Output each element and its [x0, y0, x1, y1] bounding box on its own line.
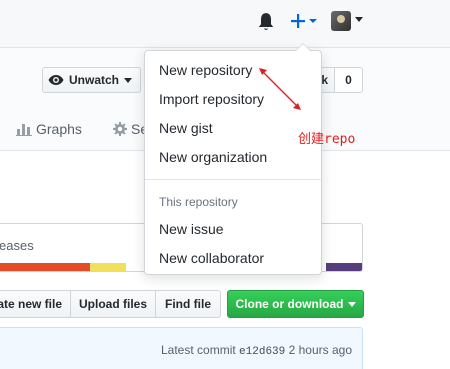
fork-label: k	[321, 73, 328, 87]
commit-time: 2 hours ago	[288, 343, 352, 357]
language-segment[interactable]	[325, 263, 362, 271]
commit-prefix: Latest commit	[161, 343, 236, 357]
annotation-text: 创建repo	[298, 132, 356, 147]
menu-section-header: This repository	[159, 195, 238, 209]
plus-icon[interactable]	[290, 10, 320, 32]
menu-item-import-repository[interactable]: Import repository	[159, 91, 264, 107]
clone-or-download-button[interactable]: Clone or download	[227, 290, 364, 318]
menu-item-new-issue[interactable]: New issue	[159, 221, 224, 237]
create-new-file-label: ate new file	[0, 297, 62, 311]
menu-divider	[145, 179, 321, 180]
annotation-arrow	[259, 68, 301, 110]
avatar[interactable]	[331, 11, 351, 31]
menu-item-new-gist[interactable]: New gist	[159, 120, 213, 136]
find-file-label: Find file	[165, 297, 211, 311]
chevron-down-icon[interactable]	[354, 17, 364, 23]
bell-icon[interactable]	[257, 12, 275, 32]
menu-item-new-repository[interactable]: New repository	[159, 62, 252, 78]
menu-item-new-organization[interactable]: New organization	[159, 149, 267, 165]
upload-files-label: Upload files	[78, 297, 147, 311]
top-header	[0, 0, 450, 48]
create-new-file-button[interactable]: ate new file	[0, 290, 71, 318]
tab-settings[interactable]: Se	[113, 121, 148, 137]
chevron-down-icon	[347, 301, 356, 307]
eye-icon	[48, 75, 64, 85]
clone-or-download-label: Clone or download	[235, 297, 344, 311]
tab-graphs-label: Graphs	[36, 121, 82, 137]
fork-count[interactable]: 0	[334, 67, 363, 93]
latest-commit-info: Latest commit e12d639 2 hours ago	[161, 343, 352, 358]
commit-sha-link[interactable]: e12d639	[239, 346, 285, 358]
graph-icon	[16, 124, 32, 136]
unwatch-label: Unwatch	[68, 73, 119, 87]
language-segment[interactable]	[89, 263, 127, 271]
latest-commit-bar: Latest commit e12d639 2 hours ago	[0, 327, 363, 369]
upload-files-button[interactable]: Upload files	[70, 290, 156, 318]
releases-link[interactable]: eases	[0, 238, 34, 253]
gear-icon	[113, 122, 127, 136]
unwatch-button[interactable]: Unwatch	[42, 67, 141, 93]
chevron-down-icon	[124, 77, 132, 83]
find-file-button[interactable]: Find file	[155, 290, 221, 318]
tab-graphs[interactable]: Graphs	[16, 121, 82, 137]
menu-item-new-collaborator[interactable]: New collaborator	[159, 250, 264, 266]
language-segment[interactable]	[0, 263, 90, 271]
